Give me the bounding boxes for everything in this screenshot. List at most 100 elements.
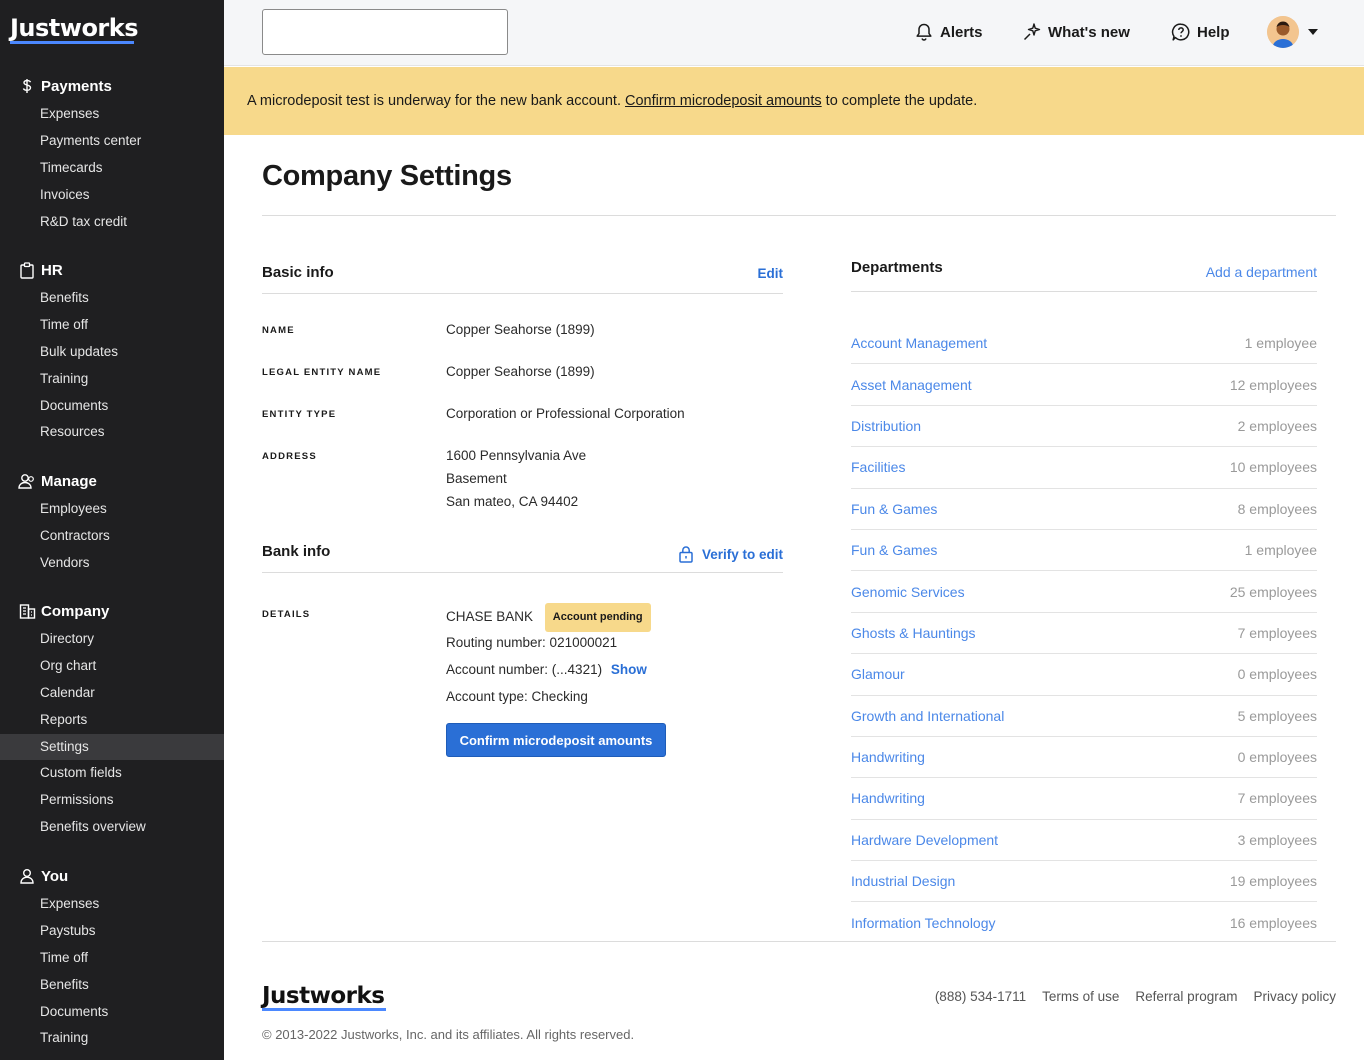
department-name[interactable]: Genomic Services [851, 584, 965, 600]
department-row: Handwriting 0 employees [851, 737, 1317, 779]
title-divider [262, 215, 1336, 216]
nav-section-you: You Expenses Paystubs Time off Benefits … [0, 864, 224, 1052]
sidebar-item-documents[interactable]: Documents [0, 393, 224, 420]
bell-icon [914, 22, 934, 42]
footer-logo: Justworks [262, 983, 385, 1009]
field-value-address-line1: 1600 Pennsylvania Ave [446, 448, 587, 463]
department-name[interactable]: Distribution [851, 418, 921, 434]
department-name[interactable]: Fun & Games [851, 501, 937, 517]
sidebar-item-settings[interactable]: Settings [0, 733, 224, 761]
department-row: Information Technology 16 employees [851, 902, 1317, 943]
department-count: 3 employees [1237, 831, 1317, 848]
sidebar-item-expenses[interactable]: Expenses [0, 101, 224, 128]
department-name[interactable]: Glamour [851, 666, 905, 682]
whats-new-label: What's new [1048, 23, 1130, 41]
sidebar-item-you-training[interactable]: Training [0, 1025, 224, 1052]
footer-referral-link[interactable]: Referral program [1135, 989, 1237, 1004]
sidebar-item-invoices[interactable]: Invoices [0, 182, 224, 209]
department-name[interactable]: Fun & Games [851, 542, 937, 558]
nav-heading-you[interactable]: You [0, 864, 224, 888]
sidebar-item-training[interactable]: Training [0, 366, 224, 393]
account-menu-caret-icon[interactable] [1308, 29, 1318, 35]
sidebar-item-custom-fields[interactable]: Custom fields [0, 760, 224, 787]
nav-section-manage: Manage Employees Contractors Vendors [0, 469, 224, 577]
department-count: 10 employees [1229, 459, 1317, 476]
basic-info-edit-link[interactable]: Edit [758, 266, 784, 281]
add-department-link[interactable]: Add a department [1206, 264, 1317, 280]
sidebar-item-time-off[interactable]: Time off [0, 312, 224, 339]
department-row: Glamour 0 employees [851, 654, 1317, 696]
help-button[interactable]: Help [1171, 20, 1230, 44]
bank-info-header: Bank info Verify to edit [262, 543, 783, 573]
sidebar-item-rd-tax-credit[interactable]: R&D tax credit [0, 209, 224, 236]
sidebar-item-benefits[interactable]: Benefits [0, 285, 224, 312]
building-icon [18, 602, 36, 620]
nav-heading-label: Payments [41, 77, 112, 95]
department-name[interactable]: Account Management [851, 335, 987, 351]
whats-new-button[interactable]: What's new [1022, 20, 1130, 44]
nav-heading-hr[interactable]: HR [0, 258, 224, 282]
footer-terms-link[interactable]: Terms of use [1042, 989, 1119, 1004]
department-name[interactable]: Handwriting [851, 790, 925, 806]
sidebar-item-timecards[interactable]: Timecards [0, 155, 224, 182]
department-name[interactable]: Information Technology [851, 915, 996, 931]
alerts-button[interactable]: Alerts [914, 20, 983, 44]
sidebar-item-employees[interactable]: Employees [0, 496, 224, 523]
brand-logo[interactable]: Justworks [10, 14, 139, 42]
department-row: Hardware Development 3 employees [851, 820, 1317, 862]
nav-heading-payments[interactable]: Payments [0, 74, 224, 98]
sidebar-item-paystubs[interactable]: Paystubs [0, 918, 224, 945]
nav-heading-company[interactable]: Company [0, 599, 224, 623]
sidebar-item-resources[interactable]: Resources [0, 419, 224, 446]
department-name[interactable]: Ghosts & Hauntings [851, 625, 976, 641]
sidebar-item-directory[interactable]: Directory [0, 626, 224, 653]
sidebar-item-you-benefits[interactable]: Benefits [0, 972, 224, 999]
sidebar-item-calendar[interactable]: Calendar [0, 680, 224, 707]
sidebar-item-bulk-updates[interactable]: Bulk updates [0, 339, 224, 366]
avatar[interactable] [1267, 16, 1299, 48]
department-name[interactable]: Asset Management [851, 377, 972, 393]
account-number-row: Account number: (...4321) Show [446, 658, 647, 681]
field-value-name: Copper Seahorse (1899) [446, 322, 595, 337]
verify-to-edit-link[interactable]: Verify to edit [677, 545, 783, 563]
verify-to-edit-label: Verify to edit [701, 546, 783, 562]
field-value-address-line2: Basement [446, 471, 507, 486]
department-name[interactable]: Growth and International [851, 708, 1004, 724]
field-label-details: DETAILS [262, 609, 311, 620]
nav-heading-manage[interactable]: Manage [0, 469, 224, 493]
sidebar-item-benefits-overview[interactable]: Benefits overview [0, 814, 224, 841]
confirm-microdeposit-button[interactable]: Confirm microdeposit amounts [446, 723, 666, 757]
footer-links: (888) 534-1711 Terms of use Referral pro… [935, 989, 1336, 1004]
field-value-entity-type: Corporation or Professional Corporation [446, 406, 685, 421]
show-account-link[interactable]: Show [611, 662, 647, 677]
department-row: Genomic Services 25 employees [851, 571, 1317, 613]
department-name[interactable]: Industrial Design [851, 873, 955, 889]
nav-heading-label: You [41, 867, 69, 885]
alerts-label: Alerts [940, 23, 983, 41]
department-count: 16 employees [1229, 915, 1317, 932]
nav-heading-label: Manage [41, 472, 97, 490]
search-input[interactable] [262, 9, 508, 55]
department-name[interactable]: Hardware Development [851, 832, 998, 848]
department-row: Fun & Games 8 employees [851, 489, 1317, 530]
sidebar-item-you-documents[interactable]: Documents [0, 999, 224, 1026]
sidebar-item-org-chart[interactable]: Org chart [0, 653, 224, 680]
account-type: Account type: Checking [446, 689, 588, 704]
field-label-entity-type: ENTITY TYPE [262, 409, 337, 420]
footer-privacy-link[interactable]: Privacy policy [1253, 989, 1336, 1004]
footer-phone[interactable]: (888) 534-1711 [935, 989, 1026, 1004]
sidebar-item-permissions[interactable]: Permissions [0, 787, 224, 814]
sidebar-item-vendors[interactable]: Vendors [0, 550, 224, 577]
sidebar-item-you-expenses[interactable]: Expenses [0, 891, 224, 918]
microdeposit-banner: A microdeposit test is underway for the … [224, 67, 1364, 135]
banner-confirm-link[interactable]: Confirm microdeposit amounts [625, 93, 822, 109]
department-name[interactable]: Handwriting [851, 749, 925, 765]
banner-text-after: to complete the update. [821, 93, 978, 109]
sidebar-item-you-time-off[interactable]: Time off [0, 945, 224, 972]
sidebar-item-reports[interactable]: Reports [0, 707, 224, 734]
department-row: Fun & Games 1 employee [851, 530, 1317, 572]
department-name[interactable]: Facilities [851, 459, 905, 475]
sidebar-item-contractors[interactable]: Contractors [0, 523, 224, 550]
field-value-legal-entity: Copper Seahorse (1899) [446, 364, 595, 379]
sidebar-item-payments-center[interactable]: Payments center [0, 128, 224, 155]
